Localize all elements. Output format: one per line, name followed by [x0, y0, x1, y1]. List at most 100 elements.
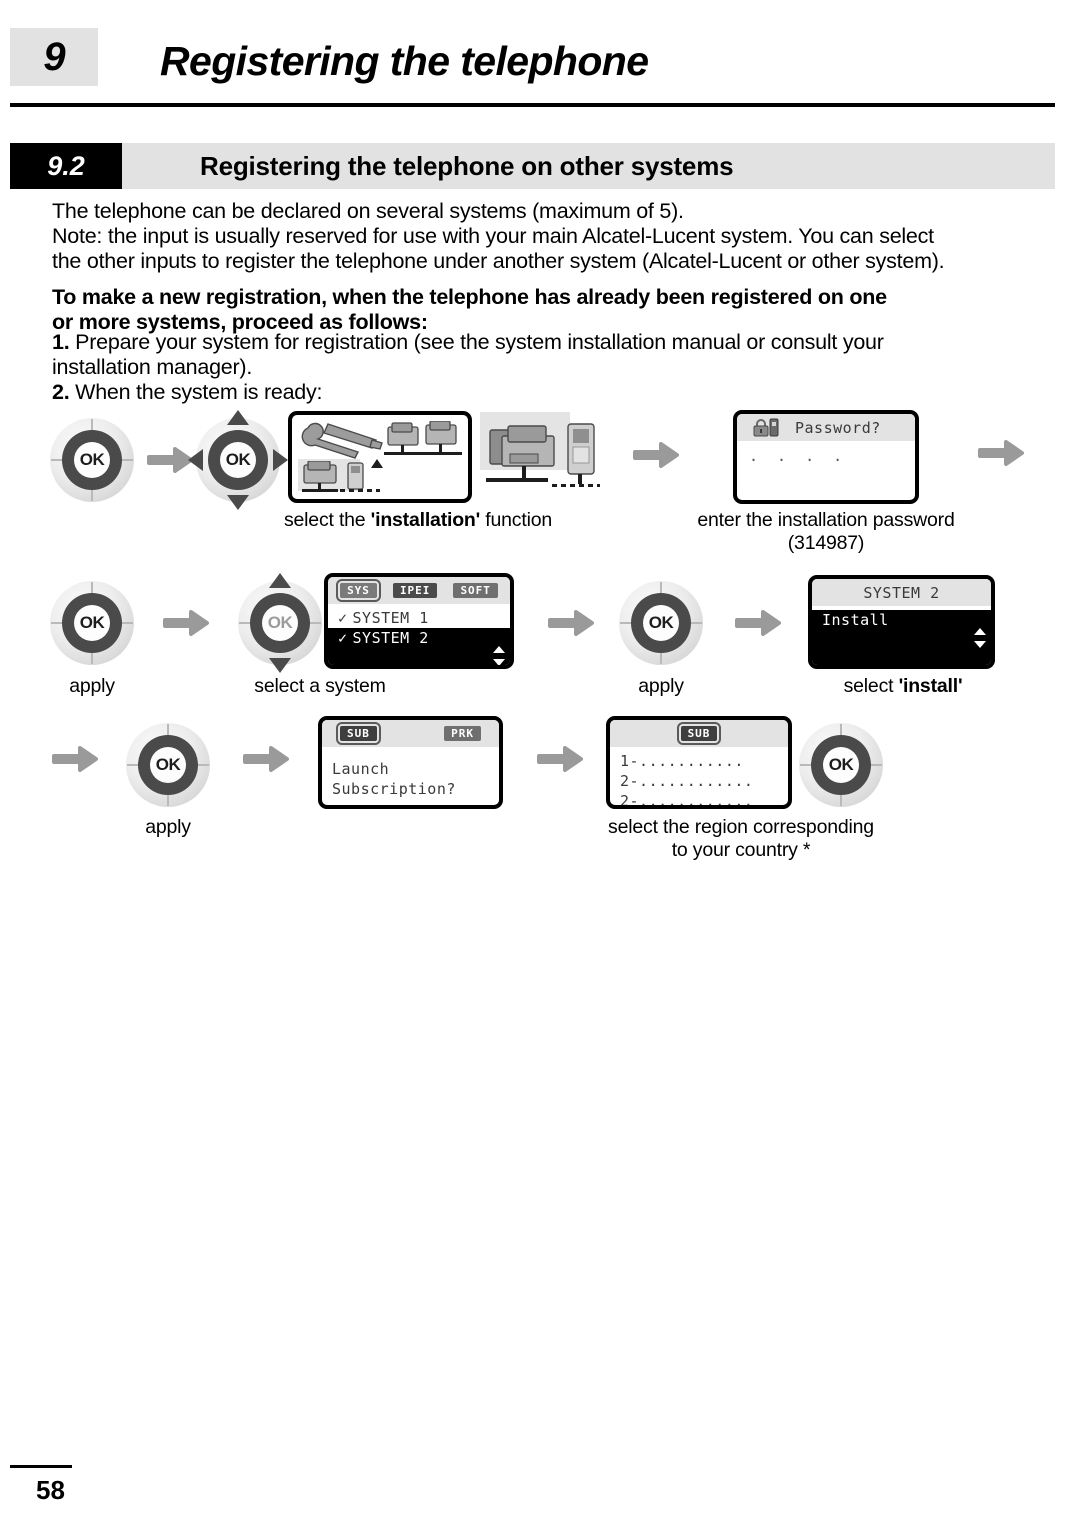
subscription-line-2: Subscription? [332, 780, 456, 798]
caption-apply-1: apply [69, 675, 115, 697]
ok-button-step1[interactable]: OK [50, 418, 134, 502]
arrow-left-icon [188, 449, 203, 471]
list-item[interactable]: 1-........... [610, 751, 788, 771]
system-list-body: ✓SYSTEM 1 ✓SYSTEM 2 ✓SYSTEM 3 [328, 604, 510, 665]
caption-line-2: to your country * [671, 839, 811, 861]
phones-on-bus-icon [384, 421, 462, 455]
navigator-center: OK [220, 442, 256, 478]
subscription-body: Launch Subscription? [322, 747, 499, 799]
tab-sys[interactable]: SYS [336, 579, 381, 602]
scroll-updown-icon [974, 628, 986, 648]
caption-text-pre: select [843, 675, 899, 697]
ok-center: OK [823, 747, 859, 783]
lock-icon [753, 418, 779, 437]
tab-soft[interactable]: SOFT [453, 583, 498, 598]
ok-center: OK [74, 605, 110, 641]
flow-arrow-icon [735, 608, 781, 638]
navigator-center: OK [262, 605, 298, 641]
tab-sub[interactable]: SUB [676, 722, 722, 745]
caption-text-pre: select the [283, 509, 371, 531]
password-entry-dots: . . . . [749, 447, 848, 465]
arrow-down-icon [269, 658, 291, 673]
navigator-button-updown-step2[interactable]: OK [238, 573, 322, 673]
installation-function-screen [288, 411, 472, 503]
tab-ipei[interactable]: IPEI [392, 583, 438, 598]
ok-center: OK [643, 605, 679, 641]
flow-arrow-icon [978, 438, 1024, 468]
procedure-diagram: OK OK Password? . . . . select the 'inst… [0, 0, 1080, 1521]
subscription-tabs: SUB PRK [322, 720, 499, 747]
caption-select-region: select the region corresponding to your … [598, 816, 884, 862]
list-item-label: SYSTEM 2 [352, 629, 429, 647]
system-menu-title: SYSTEM 2 [863, 583, 940, 602]
flow-arrow-icon [548, 608, 594, 638]
flow-arrow-icon [537, 744, 583, 774]
dotted-wire [340, 489, 380, 492]
arrow-up-icon [269, 573, 291, 588]
password-screen: Password? . . . . [733, 410, 919, 504]
caption-select-install: select 'install' [810, 675, 996, 698]
flow-arrow-icon [633, 440, 679, 470]
ok-label: OK [648, 613, 674, 632]
caption-select-installation: select the 'installation' function [248, 509, 588, 532]
ok-center: OK [150, 747, 186, 783]
system-list-screen: SYS IPEI SOFT ✓SYSTEM 1 ✓SYSTEM 2 ✓SYSTE… [324, 573, 514, 669]
region-body: 1-........... 2-............ 2-.........… [610, 747, 788, 805]
caption-text-bold: 'install' [898, 675, 963, 697]
arrow-right-icon [273, 449, 288, 471]
menu-item-label: Install [822, 611, 889, 629]
list-item-selected[interactable]: ✓ SYSTEM 2 [328, 628, 510, 665]
menu-item-selected[interactable]: Install [812, 610, 991, 665]
arrow-up-icon [227, 410, 249, 425]
navigator-button-step1[interactable]: OK [188, 410, 288, 510]
list-item[interactable]: ✓ SYSTEM 1 [328, 608, 510, 628]
flow-arrow-icon [163, 608, 209, 638]
caption-apply-3: apply [145, 816, 191, 838]
menu-item[interactable]: Edit name [812, 666, 991, 669]
ok-button-step4[interactable]: OK [126, 723, 210, 807]
installation-illustration [292, 415, 468, 499]
caption-text-bold: 'installation' [370, 509, 481, 531]
region-screen: SUB 1-........... 2-............ 2-.....… [606, 716, 792, 809]
flow-arrow-icon [52, 744, 98, 774]
system-list-tabs: SYS IPEI SOFT [328, 577, 510, 604]
ok-label: OK [225, 450, 251, 469]
ok-label: OK [267, 613, 293, 632]
check-icon: ✓ [338, 629, 348, 647]
flow-arrow-icon [243, 744, 289, 774]
ok-button-step2[interactable]: OK [50, 581, 134, 665]
magnified-illustration [480, 412, 600, 502]
caption-select-a-system: select a system [254, 675, 386, 697]
check-icon: ✓ [338, 609, 348, 627]
caption-apply-2: apply [638, 675, 684, 697]
tools-icon [301, 422, 383, 459]
system-menu-body: Install Edit name [812, 606, 991, 669]
ok-label: OK [155, 755, 181, 774]
password-screen-titlebar: Password? [737, 414, 915, 441]
list-item[interactable]: 2-............ [610, 791, 788, 805]
tab-sub[interactable]: SUB [336, 722, 381, 745]
subscription-screen: SUB PRK Launch Subscription? [318, 716, 503, 809]
ok-button-step5[interactable]: OK [799, 723, 883, 807]
menu-item-label: Edit name [822, 667, 908, 669]
subscription-line-1: Launch [332, 760, 390, 778]
caption-text-post: function [480, 509, 552, 531]
ok-button-step3[interactable]: OK [619, 581, 703, 665]
ok-label: OK [79, 613, 105, 632]
ok-label: OK [828, 755, 854, 774]
scroll-updown-icon [493, 646, 505, 665]
region-tabs: SUB [610, 720, 788, 747]
caption-line-2: (314987) [787, 532, 865, 554]
system-menu-screen: SYSTEM 2 Install Edit name [808, 575, 995, 669]
tab-prk[interactable]: PRK [444, 726, 481, 741]
magnified-dotted-wire [552, 484, 600, 487]
page-number: 58 [36, 1475, 65, 1505]
system-menu-titlebar: SYSTEM 2 [812, 579, 991, 606]
arrow-down-icon [227, 495, 249, 510]
flow-arrow-icon [147, 445, 193, 475]
caption-enter-password: enter the installation password (314987) [676, 509, 976, 555]
caption-line-1: select the region corresponding [608, 816, 874, 838]
list-item[interactable]: 2-............ [610, 771, 788, 791]
list-item-label: SYSTEM 1 [352, 609, 429, 627]
ok-label: OK [79, 450, 105, 469]
